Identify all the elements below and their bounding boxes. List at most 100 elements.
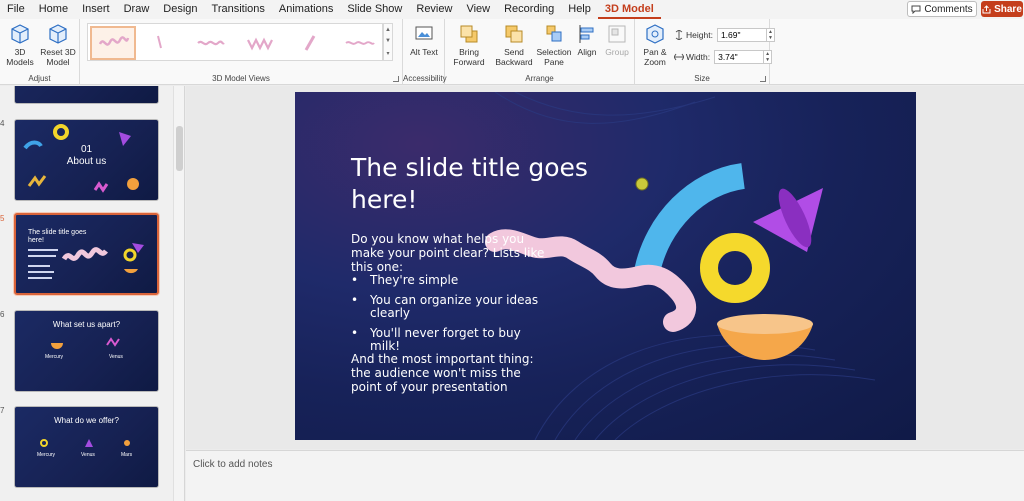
notes-placeholder: Click to add notes (193, 459, 273, 470)
views-dialog-launcher-icon[interactable] (393, 76, 399, 82)
slide-bullet-list[interactable]: They're simple You can organize your ide… (351, 274, 551, 360)
views-group-label: 3D Model Views (212, 74, 270, 83)
send-backward-label: Send Backward (495, 47, 533, 67)
width-label: Width: (686, 51, 711, 62)
menu-home[interactable]: Home (32, 0, 75, 19)
align-label: Align (577, 47, 597, 57)
comments-label: Comments (924, 3, 973, 15)
menu-slide-show[interactable]: Slide Show (340, 0, 409, 19)
align-button[interactable]: Align (573, 23, 601, 57)
selection-pane-label: Selection Pane (536, 47, 572, 67)
arrange-group-label: Arrange (525, 74, 554, 83)
view-thumbnail[interactable] (288, 26, 334, 60)
height-icon (675, 29, 683, 40)
slide-thumbnail-selected[interactable]: The slide title goes here! (14, 213, 159, 295)
pan-zoom-label: Pan & Zoom (643, 47, 667, 67)
alt-text-label: Alt Text (410, 47, 438, 57)
accessibility-group-label: Accessibility (403, 74, 447, 83)
rotate-handle (635, 177, 649, 191)
width-input[interactable] (714, 49, 765, 64)
bring-forward-button[interactable]: Bring Forward (449, 23, 489, 67)
slide-title[interactable]: The slide title goes here! (351, 152, 611, 216)
thumbnail-art (51, 337, 120, 349)
menu-review[interactable]: Review (409, 0, 459, 19)
slide-thumbnail[interactable]: 01 About us (14, 119, 159, 201)
bring-forward-label: Bring Forward (453, 47, 485, 67)
thumbnail-col-label: Venus (81, 452, 95, 458)
comment-icon (911, 5, 921, 14)
chevron-down-icon[interactable]: ▼ (385, 38, 391, 44)
cube-icon (11, 24, 29, 44)
notes-pane[interactable]: Click to add notes (186, 450, 1024, 501)
height-field: Height: ▲▼ (674, 27, 775, 42)
group-button[interactable]: Group (603, 23, 631, 57)
powerpoint-window: File Home Insert Draw Design Transitions… (0, 0, 1024, 501)
width-spinner[interactable]: ▲ ▼ (764, 49, 773, 64)
menu-transitions[interactable]: Transitions (205, 0, 272, 19)
share-label: Share (994, 3, 1022, 15)
share-button[interactable]: Share (981, 1, 1023, 17)
bullet-item: They're simple (351, 274, 551, 288)
menu-insert[interactable]: Insert (75, 0, 117, 19)
slide-thumbnail[interactable] (14, 86, 159, 104)
alt-text-button[interactable]: Alt Text (409, 23, 439, 57)
3d-model-views-gallery (87, 23, 383, 61)
size-group-label: Size (694, 74, 710, 83)
menu-design[interactable]: Design (156, 0, 204, 19)
share-icon (982, 4, 991, 13)
width-field: Width: ▲▼ (674, 49, 773, 64)
arrange-group: Bring Forward Send Backward Selection Pa… (445, 19, 635, 85)
width-icon (674, 53, 684, 60)
scrollbar-thumb[interactable] (176, 126, 183, 171)
height-spinner[interactable]: ▲ ▼ (766, 27, 775, 42)
group-label: Group (605, 47, 629, 57)
reset-3d-model-button[interactable]: Reset 3D Model (38, 23, 78, 67)
adjust-group: 3D Models Reset 3D Model Adjust (0, 19, 80, 85)
menu-help[interactable]: Help (561, 0, 598, 19)
menu-file[interactable]: File (0, 0, 32, 19)
view-thumbnail[interactable] (338, 26, 384, 60)
alt-text-icon (415, 26, 433, 40)
send-backward-button[interactable]: Send Backward (493, 23, 535, 67)
thumbnail-scrollbar[interactable] (173, 86, 184, 501)
menu-3d-model[interactable]: 3D Model (597, 1, 661, 19)
thumbnail-col-label: Venus (109, 354, 123, 360)
chevron-up-icon[interactable]: ▲ (385, 27, 391, 33)
view-thumbnail[interactable] (238, 26, 284, 60)
comments-button[interactable]: Comments (907, 1, 977, 17)
size-dialog-launcher-icon[interactable] (760, 76, 766, 82)
view-thumbnail[interactable] (90, 26, 136, 60)
slide-number: 6 (0, 310, 5, 319)
slide-closing-text[interactable]: And the most important thing: the audien… (351, 352, 551, 394)
selection-pane-button[interactable]: Selection Pane (537, 23, 571, 67)
slide-number: 4 (0, 119, 5, 128)
group-icon (608, 25, 626, 43)
align-icon (579, 25, 594, 43)
menu-draw[interactable]: Draw (117, 0, 157, 19)
slide-thumbnail[interactable]: What do we offer? Mercury Venus Mars (14, 406, 159, 488)
slide-number: 7 (0, 406, 5, 415)
selection-pane-icon (546, 25, 562, 42)
bring-forward-icon (460, 25, 478, 43)
accessibility-group: Alt Text Accessibility (403, 19, 447, 85)
gallery-more-icon[interactable]: ▾ (386, 50, 389, 57)
height-input[interactable] (716, 27, 767, 42)
thumbnail-heading: 01 About us (66, 144, 107, 167)
reset-3d-model-label: Reset 3D Model (40, 47, 76, 67)
send-backward-icon (505, 25, 523, 43)
slide-intro-text[interactable]: Do you know what helps you make your poi… (351, 232, 551, 274)
thumbnail-art (40, 439, 130, 447)
slide-thumbnail[interactable]: What set us apart? Mercury Venus (14, 310, 159, 392)
view-thumbnail[interactable] (138, 26, 184, 60)
pan-zoom-button[interactable]: Pan & Zoom (639, 23, 671, 67)
3d-models-button[interactable]: 3D Models (4, 23, 36, 67)
menu-view[interactable]: View (459, 0, 497, 19)
menu-animations[interactable]: Animations (272, 0, 340, 19)
gallery-scroll[interactable]: ▲ ▼ ▾ (383, 23, 393, 61)
menu-recording[interactable]: Recording (497, 0, 561, 19)
view-thumbnail[interactable] (188, 26, 234, 60)
adjust-group-label: Adjust (28, 74, 51, 83)
bullet-item: You'll never forget to buy milk! (351, 327, 551, 353)
thumbnail-col-label: Mercury (45, 354, 64, 360)
bullet-item: You can organize your ideas clearly (351, 294, 551, 320)
